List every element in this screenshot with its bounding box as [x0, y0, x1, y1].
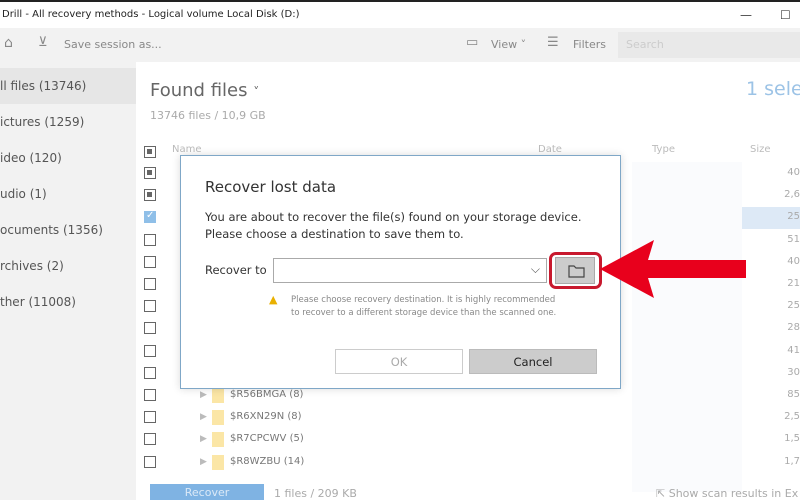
- chevron-down-icon: ˅: [253, 85, 260, 99]
- recover-button[interactable]: Recover: [150, 484, 264, 500]
- file-size: 30: [787, 366, 800, 378]
- maximize-button[interactable]: ☐: [780, 2, 791, 28]
- sidebar-item-video[interactable]: ideo (120): [0, 140, 136, 176]
- sidebar-item-documents[interactable]: ocuments (1356): [0, 212, 136, 248]
- column-name[interactable]: Name: [172, 144, 202, 155]
- page-title: Found files: [150, 80, 248, 101]
- row-checkbox[interactable]: [144, 210, 156, 224]
- file-name: $R56BMGA (8): [230, 389, 304, 400]
- file-size: 25: [787, 300, 800, 312]
- file-name: $R8WZBU (14): [230, 455, 305, 467]
- column-size[interactable]: Size: [750, 144, 771, 155]
- filters-icon: ☰: [547, 35, 559, 50]
- folder-icon: [212, 388, 224, 403]
- minimize-button[interactable]: —: [740, 2, 752, 28]
- folder-icon: [212, 410, 224, 426]
- view-button[interactable]: View ˅: [491, 38, 526, 51]
- row-checkbox[interactable]: [144, 322, 156, 335]
- file-size: 1,5: [784, 433, 800, 445]
- sidebar-item-all-files[interactable]: ll files (13746): [0, 68, 136, 104]
- row-checkbox[interactable]: [144, 366, 156, 379]
- window-title: Drill - All recovery methods - Logical v…: [2, 9, 300, 20]
- file-name: $R7CPCWV (5): [230, 433, 304, 445]
- row-checkbox[interactable]: [144, 389, 156, 401]
- folder-icon: ▭: [466, 35, 479, 50]
- row-checkbox[interactable]: [144, 411, 156, 424]
- table-row[interactable]: ▶ $R8WZBU (14) 1,7: [136, 452, 800, 474]
- expand-icon[interactable]: ▶: [200, 457, 207, 467]
- row-checkbox[interactable]: [144, 167, 156, 179]
- toolbar: ⌂ ⊻ Save session as... ▭ View ˅ ☰ Filter…: [0, 28, 800, 62]
- found-files-dropdown[interactable]: Found files ˅: [150, 80, 259, 101]
- table-row[interactable]: ▶ $R7CPCWV (5) 1,5: [136, 429, 800, 451]
- file-size: 41: [787, 344, 800, 356]
- folder-icon: [212, 454, 224, 470]
- row-checkbox[interactable]: [144, 344, 156, 357]
- file-size: 1,7: [784, 455, 800, 467]
- expand-icon[interactable]: ▶: [200, 434, 207, 444]
- file-size: 21: [787, 278, 800, 289]
- recover-to-select[interactable]: ⌵: [273, 258, 547, 283]
- dialog-message: You are about to recover the file(s) fou…: [205, 210, 582, 241]
- row-checkbox[interactable]: [144, 255, 156, 268]
- file-size: 85: [787, 389, 800, 400]
- bottom-bar: Recover 1 files / 209 KB ⇱ Show scan res…: [136, 484, 800, 500]
- cancel-button[interactable]: Cancel: [469, 349, 597, 374]
- download-icon: ⊻: [38, 35, 48, 50]
- expand-icon[interactable]: ▶: [200, 390, 207, 400]
- sidebar-item-archives[interactable]: rchives (2): [0, 248, 136, 284]
- recover-to-label: Recover to: [205, 263, 267, 277]
- chevron-down-icon: ⌵: [530, 262, 540, 276]
- recover-dialog: Recover lost data You are about to recov…: [180, 155, 621, 389]
- warning-text: Please choose recovery destination. It i…: [291, 295, 557, 318]
- row-checkbox[interactable]: [144, 300, 156, 313]
- file-size: 28: [787, 322, 800, 334]
- title-bar: Drill - All recovery methods - Logical v…: [0, 0, 800, 28]
- file-size: 25: [742, 207, 800, 230]
- row-checkbox[interactable]: [144, 278, 156, 290]
- expand-icon[interactable]: ▶: [200, 412, 207, 422]
- save-session-button[interactable]: Save session as...: [64, 38, 162, 51]
- show-scan-results-link[interactable]: ⇱ Show scan results in Ex: [656, 487, 798, 500]
- file-name: $R6XN29N (8): [230, 411, 302, 423]
- view-label: View: [491, 38, 518, 51]
- dialog-title: Recover lost data: [205, 178, 337, 196]
- file-size: 2,6: [784, 189, 800, 201]
- file-size: 40: [787, 255, 800, 267]
- search-input[interactable]: Search: [618, 32, 800, 58]
- file-size: 51: [787, 233, 800, 245]
- filters-button[interactable]: Filters: [573, 38, 606, 51]
- file-size: 2,5: [784, 411, 800, 423]
- red-arrow-annotation: [600, 240, 746, 298]
- warning-icon: ▲: [269, 293, 278, 306]
- select-all-checkbox[interactable]: [144, 146, 156, 158]
- browse-folder-button[interactable]: [555, 257, 595, 284]
- sidebar-item-audio[interactable]: udio (1): [0, 176, 136, 212]
- sidebar-item-pictures[interactable]: ictures (1259): [0, 104, 136, 140]
- row-checkbox[interactable]: [144, 233, 156, 246]
- folder-icon: [568, 265, 585, 278]
- sidebar: ll files (13746) ictures (1259) ideo (12…: [0, 62, 136, 500]
- home-icon[interactable]: ⌂: [4, 35, 13, 51]
- file-size: 40: [787, 167, 800, 178]
- selection-summary: 1 files / 209 KB: [274, 487, 357, 500]
- ok-button[interactable]: OK: [335, 349, 463, 374]
- row-checkbox[interactable]: [144, 455, 156, 468]
- column-type[interactable]: Type: [652, 144, 675, 155]
- column-date[interactable]: Date: [538, 144, 562, 155]
- sidebar-item-other[interactable]: ther (11008): [0, 284, 136, 320]
- files-summary: 13746 files / 10,9 GB: [150, 109, 266, 122]
- show-scan-results-label: Show scan results in Ex: [668, 487, 799, 500]
- row-checkbox[interactable]: [144, 433, 156, 446]
- selected-count: 1 selec: [746, 78, 800, 100]
- folder-icon: [212, 432, 224, 448]
- row-checkbox[interactable]: [144, 189, 156, 202]
- table-row[interactable]: ▶ $R6XN29N (8) 2,5: [136, 407, 800, 429]
